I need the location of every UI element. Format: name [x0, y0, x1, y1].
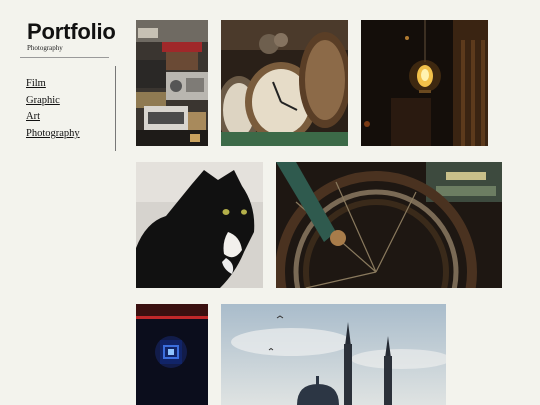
gallery-photo-lightbulb[interactable] [361, 20, 488, 146]
site-subtitle: Photography [27, 44, 63, 52]
logo-divider [20, 57, 109, 58]
main-nav: Film Graphic Art Photography [26, 76, 80, 143]
gallery-photo-radios[interactable] [136, 20, 208, 146]
nav-link-film[interactable]: Film [26, 76, 80, 93]
gallery-photo-clocks[interactable] [221, 20, 348, 146]
site-logo[interactable]: Portfolio Photography [27, 20, 116, 53]
nav-link-art[interactable]: Art [26, 109, 80, 126]
nav-divider [115, 66, 116, 151]
gallery-photo-mosque[interactable] [221, 304, 446, 405]
gallery-photo-bicycle[interactable] [276, 162, 502, 288]
nav-link-photography[interactable]: Photography [26, 126, 80, 143]
gallery-photo-cat[interactable] [136, 162, 263, 288]
gallery-photo-neon[interactable] [136, 304, 208, 405]
nav-link-graphic[interactable]: Graphic [26, 93, 80, 110]
site-title[interactable]: Portfolio [27, 20, 116, 44]
